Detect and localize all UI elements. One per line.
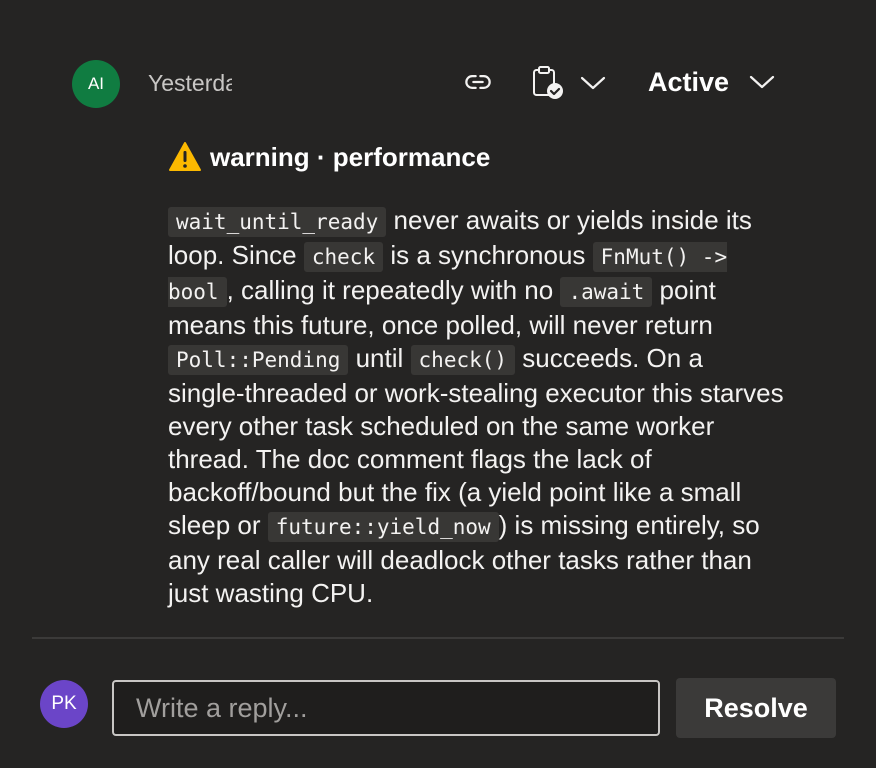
- clipboard-button[interactable]: [530, 62, 566, 102]
- body-text: , calling it repeatedly with no: [226, 275, 561, 305]
- clipboard-menu-button[interactable]: [578, 68, 608, 98]
- heading-text: warning · performance: [210, 141, 491, 172]
- body-text: is a synchronous: [383, 240, 593, 270]
- comment-heading: warning · performance: [168, 138, 490, 176]
- comment-thread: AI AI Yesterday Active: [0, 0, 876, 768]
- inline-code: check: [303, 242, 384, 272]
- comment-timestamp: Yesterday: [148, 69, 232, 96]
- inline-code: Poll::Pending: [168, 345, 349, 375]
- warning-icon: [168, 141, 202, 173]
- status-label: Active: [648, 66, 730, 97]
- reply-input[interactable]: [112, 680, 660, 736]
- inline-code: check(): [410, 345, 516, 375]
- divider: [32, 637, 844, 639]
- resolve-button[interactable]: Resolve: [676, 678, 836, 738]
- author-avatar: AI: [72, 60, 120, 108]
- body-text: until: [348, 343, 411, 373]
- inline-code: .await: [560, 277, 653, 307]
- copy-link-button[interactable]: [460, 64, 496, 100]
- reply-avatar: PK: [40, 680, 88, 728]
- status-dropdown[interactable]: Active: [648, 62, 784, 102]
- comment-body: wait_until_ready never awaits or yields …: [168, 204, 786, 610]
- chevron-down-icon: [580, 76, 606, 90]
- inline-code: wait_until_ready: [168, 207, 387, 237]
- chevron-down-icon: [749, 74, 775, 90]
- link-icon: [465, 75, 491, 89]
- inline-code: future::yield_now: [267, 512, 499, 542]
- author-meta: AI Yesterday: [144, 66, 232, 100]
- clipboard-check-icon: [533, 66, 563, 99]
